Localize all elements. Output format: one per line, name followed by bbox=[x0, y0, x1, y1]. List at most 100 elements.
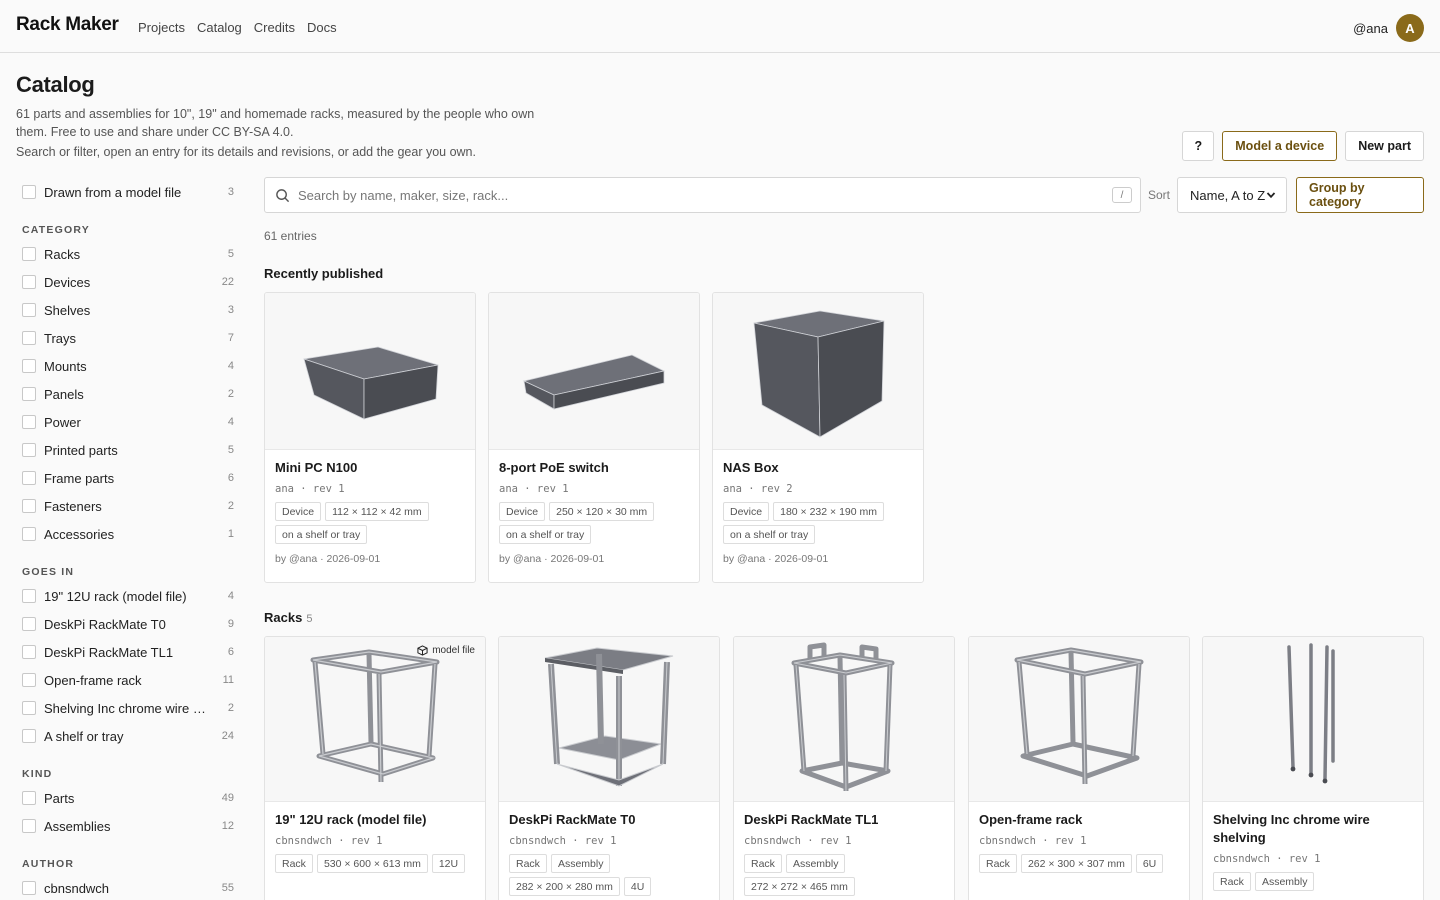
filter-category-printed-parts[interactable]: Printed parts 5 bbox=[22, 436, 234, 464]
card-tags: Rack Assembly 282 × 200 × 280 mm 4U bbox=[509, 854, 709, 896]
checkbox[interactable] bbox=[22, 331, 36, 345]
entries-count: 61 entries bbox=[264, 229, 317, 243]
filter-label: Assemblies bbox=[44, 818, 111, 834]
chevron-down-icon bbox=[1266, 192, 1276, 199]
new-part-button[interactable]: New part bbox=[1345, 131, 1424, 161]
filter-category-panels[interactable]: Panels 2 bbox=[22, 380, 234, 408]
checkbox[interactable] bbox=[22, 303, 36, 317]
card-thumbnail bbox=[713, 293, 923, 450]
checkbox[interactable] bbox=[22, 185, 36, 199]
card-byline: by @ana · 2026-09-01 bbox=[275, 553, 381, 565]
filter-label: Panels bbox=[44, 386, 84, 402]
author-heading: AUTHOR bbox=[22, 858, 75, 870]
filter-label: Accessories bbox=[44, 526, 115, 542]
filter-count: 2 bbox=[227, 500, 234, 512]
rack-card[interactable]: DeskPi RackMate TL1 cbnsndwch · rev 1 Ra… bbox=[733, 636, 955, 900]
help-button[interactable]: ? bbox=[1182, 131, 1215, 161]
sort-select[interactable]: Name, A to Z bbox=[1177, 177, 1287, 213]
checkbox[interactable] bbox=[22, 645, 36, 659]
search-icon bbox=[276, 188, 290, 202]
filter-count: 9 bbox=[227, 618, 234, 630]
filter-goes-in-rackmate-tl1[interactable]: DeskPi RackMate TL1 6 bbox=[22, 638, 234, 666]
search-box[interactable]: / bbox=[264, 177, 1141, 213]
card-meta: cbnsndwch · rev 1 bbox=[744, 835, 852, 847]
checkbox[interactable] bbox=[22, 701, 36, 715]
rack-card[interactable]: model file 19" 12U rack (model file) cbn… bbox=[264, 636, 486, 900]
filter-label: Racks bbox=[44, 246, 81, 262]
rack-card[interactable]: DeskPi RackMate T0 cbnsndwch · rev 1 Rac… bbox=[498, 636, 720, 900]
filter-category-devices[interactable]: Devices 22 bbox=[22, 268, 234, 296]
rack-card[interactable]: Shelving Inc chrome wire shelving cbnsnd… bbox=[1202, 636, 1424, 900]
filter-goes-in-shelf-or-tray[interactable]: A shelf or tray 24 bbox=[22, 722, 234, 750]
filter-category-fasteners[interactable]: Fasteners 2 bbox=[22, 492, 234, 520]
checkbox[interactable] bbox=[22, 617, 36, 631]
checkbox[interactable] bbox=[22, 729, 36, 743]
racks-section-title: Racks 5 bbox=[264, 610, 312, 625]
user-menu[interactable]: @ana A bbox=[1353, 14, 1424, 42]
nav-projects[interactable]: Projects bbox=[138, 20, 185, 35]
tag: 272 × 272 × 465 mm bbox=[744, 877, 855, 896]
search-input[interactable] bbox=[298, 187, 1112, 203]
rack-card[interactable]: Open-frame rack cbnsndwch · rev 1 Rack 2… bbox=[968, 636, 1190, 900]
nav-credits[interactable]: Credits bbox=[254, 20, 295, 35]
filter-kind-parts[interactable]: Parts 49 bbox=[22, 784, 234, 812]
header-actions: ? Model a device New part bbox=[1182, 131, 1424, 161]
card-title: 8-port PoE switch bbox=[499, 460, 609, 475]
checkbox[interactable] bbox=[22, 819, 36, 833]
app-logo[interactable]: Rack Maker bbox=[16, 14, 119, 36]
part-card[interactable]: NAS Box ana · rev 2 Device 180 × 232 × 1… bbox=[712, 292, 924, 583]
checkbox[interactable] bbox=[22, 415, 36, 429]
avatar[interactable]: A bbox=[1396, 14, 1424, 42]
part-card[interactable]: 8-port PoE switch ana · rev 1 Device 250… bbox=[488, 292, 700, 583]
group-by-category-button[interactable]: Group by category bbox=[1296, 177, 1424, 213]
checkbox[interactable] bbox=[22, 247, 36, 261]
sort-label: Sort bbox=[1148, 188, 1171, 202]
filter-label: DeskPi RackMate TL1 bbox=[44, 644, 174, 660]
checkbox[interactable] bbox=[22, 471, 36, 485]
filter-label: cbnsndwch bbox=[44, 880, 110, 896]
tag: on a shelf or tray bbox=[723, 525, 816, 544]
card-thumbnail bbox=[489, 293, 699, 450]
filter-model-file[interactable]: Drawn from a model file 3 bbox=[22, 178, 234, 206]
tag: Rack bbox=[1213, 872, 1251, 891]
filter-kind-assemblies[interactable]: Assemblies 12 bbox=[22, 812, 234, 840]
card-title: Open-frame rack bbox=[979, 812, 1083, 827]
filter-category-frame-parts[interactable]: Frame parts 6 bbox=[22, 464, 234, 492]
filter-goes-in-wire-shelving[interactable]: Shelving Inc chrome wire shelving 2 bbox=[22, 694, 234, 722]
filter-label: Parts bbox=[44, 790, 75, 806]
checkbox[interactable] bbox=[22, 443, 36, 457]
top-bar: Rack Maker Projects Catalog Credits Docs… bbox=[0, 0, 1440, 53]
part-card[interactable]: Mini PC N100 ana · rev 1 Device 112 × 11… bbox=[264, 292, 476, 583]
filter-category-trays[interactable]: Trays 7 bbox=[22, 324, 234, 352]
checkbox[interactable] bbox=[22, 673, 36, 687]
nav-catalog[interactable]: Catalog bbox=[197, 20, 242, 35]
filter-goes-in-rackmate-t0[interactable]: DeskPi RackMate T0 9 bbox=[22, 610, 234, 638]
tag: Assembly bbox=[785, 854, 846, 873]
filter-goes-in-open-frame[interactable]: Open-frame rack 11 bbox=[22, 666, 234, 694]
filter-label: Power bbox=[44, 414, 81, 430]
filter-goes-in-12u-rack[interactable]: 19" 12U rack (model file) 4 bbox=[22, 582, 234, 610]
filter-label: 19" 12U rack (model file) bbox=[44, 588, 187, 604]
page-title: Catalog bbox=[16, 72, 95, 97]
model-device-button[interactable]: Model a device bbox=[1222, 131, 1338, 161]
filter-count: 4 bbox=[227, 360, 234, 372]
card-title: 19" 12U rack (model file) bbox=[275, 812, 427, 827]
checkbox[interactable] bbox=[22, 359, 36, 373]
checkbox[interactable] bbox=[22, 527, 36, 541]
checkbox[interactable] bbox=[22, 387, 36, 401]
filter-category-power[interactable]: Power 4 bbox=[22, 408, 234, 436]
nav-docs[interactable]: Docs bbox=[307, 20, 337, 35]
filter-category-mounts[interactable]: Mounts 4 bbox=[22, 352, 234, 380]
checkbox[interactable] bbox=[22, 275, 36, 289]
filter-author-cbnsndwch[interactable]: cbnsndwch 55 bbox=[22, 874, 234, 900]
checkbox[interactable] bbox=[22, 589, 36, 603]
filter-category-shelves[interactable]: Shelves 3 bbox=[22, 296, 234, 324]
12u-rack-model-image bbox=[310, 649, 440, 783]
checkbox[interactable] bbox=[22, 499, 36, 513]
filter-category-accessories[interactable]: Accessories 1 bbox=[22, 520, 234, 548]
filter-category-racks[interactable]: Racks 5 bbox=[22, 240, 234, 268]
checkbox[interactable] bbox=[22, 791, 36, 805]
filter-label: Mounts bbox=[44, 358, 87, 374]
checkbox[interactable] bbox=[22, 881, 36, 895]
goes-in-heading: GOES IN bbox=[22, 566, 75, 578]
